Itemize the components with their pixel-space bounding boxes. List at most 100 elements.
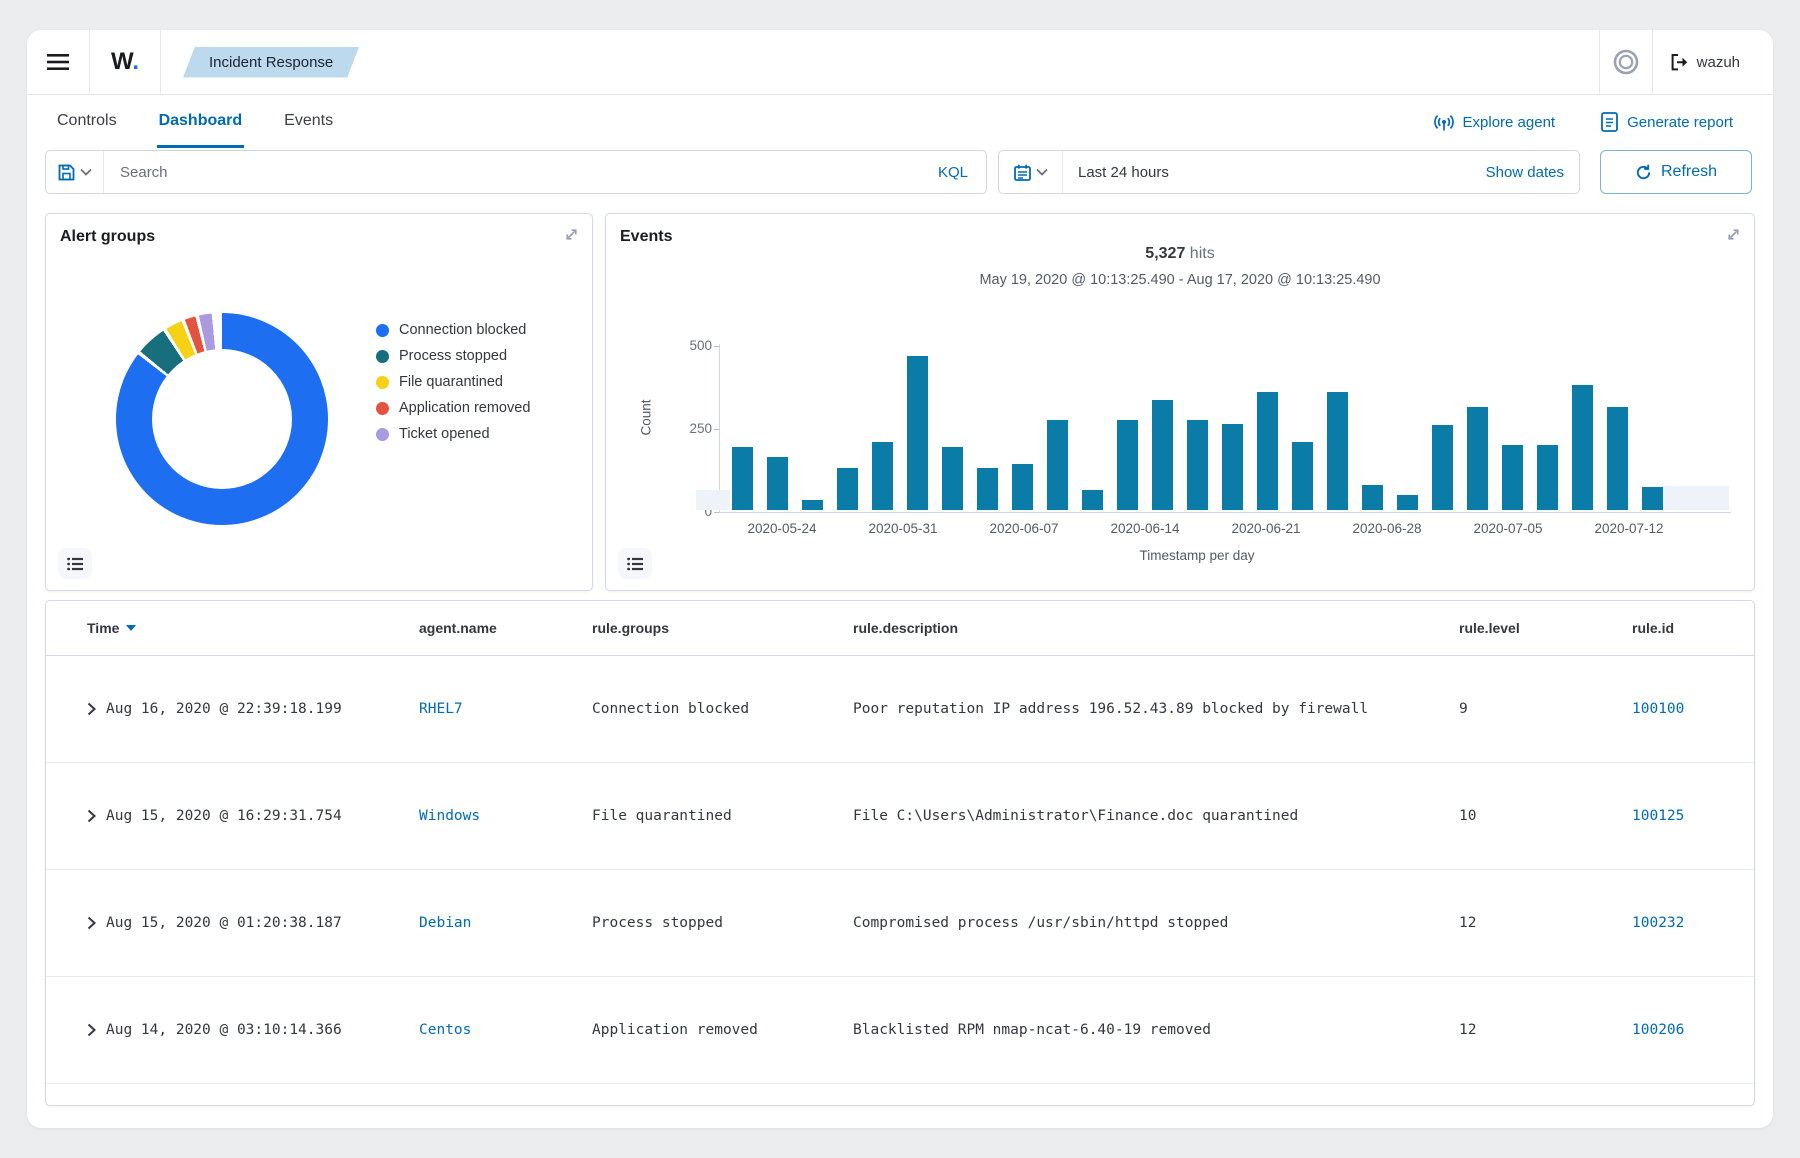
events-bar[interactable] bbox=[1292, 442, 1313, 510]
refresh-button[interactable]: Refresh bbox=[1600, 150, 1752, 194]
show-dates-button[interactable]: Show dates bbox=[1486, 164, 1579, 181]
legend-item[interactable]: Process stopped bbox=[376, 348, 530, 364]
events-bar[interactable] bbox=[802, 500, 823, 510]
explore-agent-button[interactable]: Explore agent bbox=[1434, 112, 1556, 132]
search-input[interactable] bbox=[104, 164, 920, 181]
events-bar[interactable] bbox=[1572, 385, 1593, 510]
column-header-rule-id[interactable]: rule.id bbox=[1632, 620, 1754, 636]
events-bar[interactable] bbox=[1047, 420, 1068, 510]
events-bar[interactable] bbox=[1222, 424, 1243, 510]
y-tick-label: 250 bbox=[666, 421, 712, 436]
events-bar[interactable] bbox=[1117, 420, 1138, 510]
cell-agent-name-link[interactable]: Windows bbox=[419, 808, 480, 824]
saved-queries-button[interactable] bbox=[46, 151, 104, 193]
expand-row-chevron-icon[interactable] bbox=[87, 702, 96, 716]
hits-count: 5,327 hits bbox=[606, 245, 1754, 263]
calendar-button[interactable] bbox=[999, 151, 1063, 193]
expand-panel-button[interactable] bbox=[1726, 227, 1741, 242]
events-bar[interactable] bbox=[1467, 407, 1488, 510]
events-bar[interactable] bbox=[1362, 485, 1383, 510]
x-axis-line bbox=[719, 512, 1731, 513]
sort-down-icon bbox=[126, 625, 136, 631]
events-bar[interactable] bbox=[732, 447, 753, 510]
navbar-left: W. Incident Response bbox=[27, 30, 359, 94]
events-bar[interactable] bbox=[1537, 445, 1558, 510]
cell-time: Aug 14, 2020 @ 03:10:14.366 bbox=[106, 1022, 342, 1038]
cell-rule-groups: Connection blocked bbox=[592, 701, 853, 717]
chevron-down-icon bbox=[1036, 168, 1048, 176]
events-bar[interactable] bbox=[1397, 495, 1418, 510]
expand-row-chevron-icon[interactable] bbox=[87, 1023, 96, 1037]
logout-button[interactable]: wazuh bbox=[1671, 54, 1740, 71]
kql-button[interactable]: KQL bbox=[920, 164, 986, 181]
column-header-rule-description[interactable]: rule.description bbox=[853, 620, 1459, 636]
events-bar[interactable] bbox=[1432, 425, 1453, 510]
x-tick-label: 2020-05-31 bbox=[868, 521, 937, 536]
tab-events[interactable]: Events bbox=[282, 96, 335, 148]
date-picker-bar: Last 24 hours Show dates bbox=[998, 150, 1580, 194]
expand-panel-button[interactable] bbox=[564, 227, 579, 242]
events-bar[interactable] bbox=[767, 457, 788, 510]
events-panel: Events 5,327 hits May 19, 2020 @ 10:13:2… bbox=[605, 213, 1755, 591]
events-bar[interactable] bbox=[942, 447, 963, 510]
cell-rule-id-link[interactable]: 100232 bbox=[1632, 915, 1684, 931]
x-tick-label: 2020-06-07 bbox=[989, 521, 1058, 536]
expand-row-chevron-icon[interactable] bbox=[87, 809, 96, 823]
cell-rule-id-link[interactable]: 100100 bbox=[1632, 701, 1684, 717]
tab-controls[interactable]: Controls bbox=[55, 96, 119, 148]
divider bbox=[160, 30, 161, 94]
events-bar[interactable] bbox=[1187, 420, 1208, 510]
legend-color-dot bbox=[376, 402, 389, 415]
cell-rule-id-link[interactable]: 100206 bbox=[1632, 1022, 1684, 1038]
legend-label: File quarantined bbox=[399, 374, 503, 390]
y-axis-line bbox=[719, 344, 720, 512]
events-bar[interactable] bbox=[872, 442, 893, 510]
column-header-rule-level[interactable]: rule.level bbox=[1459, 620, 1632, 636]
logout-icon bbox=[1671, 54, 1689, 71]
column-header-rule-groups[interactable]: rule.groups bbox=[592, 620, 853, 636]
events-bar[interactable] bbox=[1012, 464, 1033, 510]
generate-report-button[interactable]: Generate report bbox=[1601, 112, 1733, 132]
legend-label: Connection blocked bbox=[399, 322, 526, 338]
tab-dashboard[interactable]: Dashboard bbox=[157, 96, 245, 148]
breadcrumb[interactable]: Incident Response bbox=[183, 47, 359, 78]
events-bar[interactable] bbox=[1082, 490, 1103, 510]
x-tick-label: 2020-06-21 bbox=[1231, 521, 1300, 536]
column-header-agent-name[interactable]: agent.name bbox=[419, 620, 592, 636]
top-actions: Explore agent Generate report bbox=[1434, 112, 1733, 132]
alert-groups-donut-chart[interactable] bbox=[116, 313, 328, 525]
inspect-chart-button[interactable] bbox=[58, 548, 92, 579]
legend-item[interactable]: File quarantined bbox=[376, 374, 530, 390]
events-bar[interactable] bbox=[1257, 392, 1278, 510]
events-bar[interactable] bbox=[1607, 407, 1628, 510]
wazuh-logo[interactable]: W. bbox=[90, 48, 160, 76]
cell-agent-name-link[interactable]: Centos bbox=[419, 1022, 471, 1038]
cell-rule-id-link[interactable]: 100125 bbox=[1632, 808, 1684, 824]
cell-agent-name-link[interactable]: RHEL7 bbox=[419, 701, 463, 717]
events-bar[interactable] bbox=[1642, 487, 1663, 510]
events-bar[interactable] bbox=[1152, 400, 1173, 510]
hamburger-icon bbox=[47, 54, 69, 70]
menu-button[interactable] bbox=[27, 30, 89, 94]
expand-row-chevron-icon[interactable] bbox=[87, 916, 96, 930]
events-bar[interactable] bbox=[907, 356, 928, 510]
cell-agent-name-link[interactable]: Debian bbox=[419, 915, 471, 931]
expand-icon bbox=[1726, 227, 1741, 242]
column-header-time[interactable]: Time bbox=[87, 620, 419, 636]
legend-item[interactable]: Connection blocked bbox=[376, 322, 530, 338]
list-icon bbox=[67, 557, 83, 571]
legend-item[interactable]: Ticket opened bbox=[376, 426, 530, 442]
time-range-value[interactable]: Last 24 hours bbox=[1063, 164, 1169, 181]
save-icon bbox=[58, 164, 75, 181]
legend-item[interactable]: Application removed bbox=[376, 400, 530, 416]
cell-rule-description: Poor reputation IP address 196.52.43.89 … bbox=[853, 701, 1459, 717]
table-body: Aug 16, 2020 @ 22:39:18.199RHEL7Connecti… bbox=[46, 656, 1754, 1084]
y-tick-label: 500 bbox=[666, 338, 712, 353]
health-indicator[interactable] bbox=[1600, 49, 1652, 75]
events-bar[interactable] bbox=[1327, 392, 1348, 510]
events-bar[interactable] bbox=[837, 468, 858, 510]
events-bar[interactable] bbox=[977, 468, 998, 510]
tabs: Controls Dashboard Events bbox=[55, 96, 335, 148]
inspect-chart-button[interactable] bbox=[618, 548, 652, 579]
events-bar[interactable] bbox=[1502, 445, 1523, 510]
